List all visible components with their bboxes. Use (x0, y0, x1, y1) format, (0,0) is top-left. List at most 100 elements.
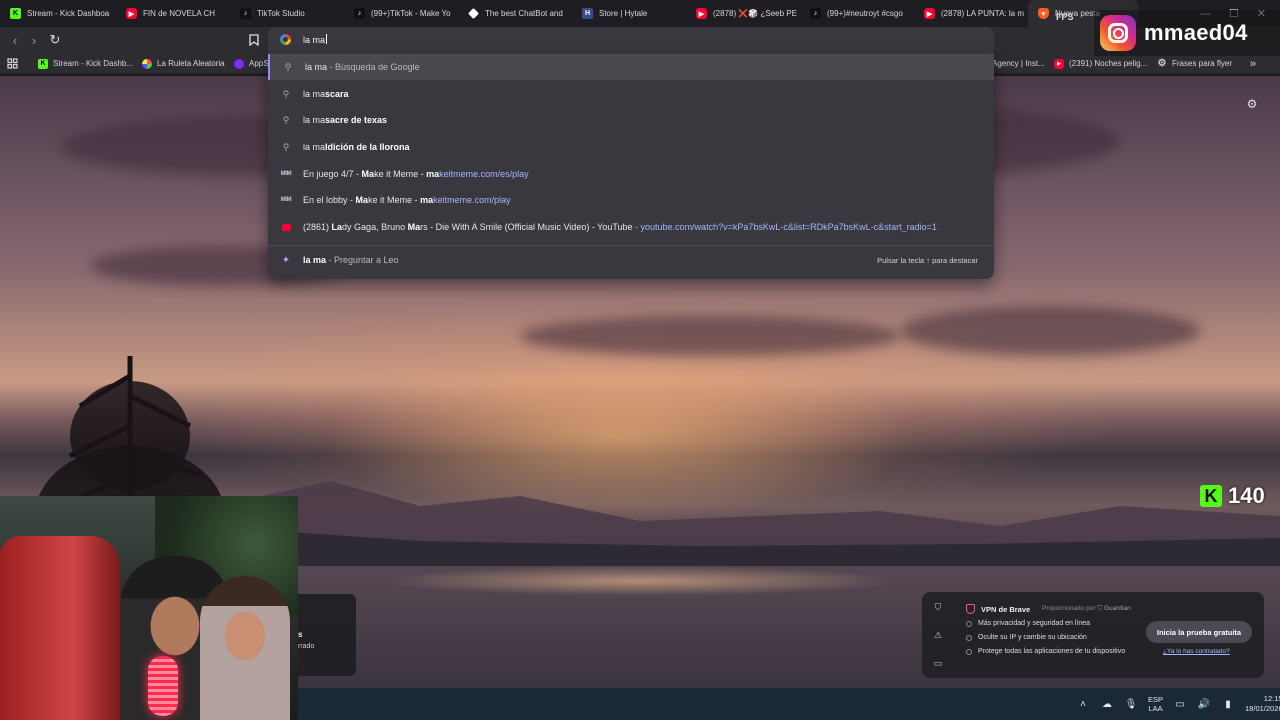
suggestion-text: ke it Meme - (368, 195, 421, 205)
suggestion-item[interactable]: ⚲ la ma - Búsqueda de Google (268, 54, 994, 80)
language-indicator[interactable]: ESP LAA (1148, 695, 1163, 713)
tab-youtube-la-punta[interactable]: ▶ (2878) LA PUNTA: la m (914, 0, 1028, 27)
already-subscribed-link[interactable]: ¿Ya lo has contratado? (1163, 648, 1230, 655)
wallet-icon[interactable]: ▭ (932, 657, 944, 669)
suggestion-url: keitmeme.com/es/play (439, 169, 529, 179)
forward-button[interactable]: › (26, 32, 42, 48)
bookmark-apps[interactable]: AppS (234, 57, 269, 70)
sun-reflection (380, 566, 900, 596)
tiktok-icon: ♪ (810, 8, 821, 19)
keyboard-hint: Pulsar la tecla ↑ para destacar (877, 255, 978, 265)
windows-taskbar: ˄ ☁ 🎙 ESPLAA ▭ 🔊 ▮ 12:1518/01/2026 (298, 688, 1280, 720)
tiktok-icon: ♪ (240, 8, 251, 19)
tab-tiktok-make[interactable]: ♪ (99+)TikTok - Make Yo (344, 0, 458, 27)
text-caret (326, 34, 328, 44)
tab-label: FIN de NOVELA CH (143, 9, 216, 18)
suggestion-text: En el lobby - (303, 195, 356, 205)
tab-strip: K Stream - Kick Dashboa ▶ FIN de NOVELA … (0, 0, 1280, 27)
tab-label: (2878) LA PUNTA: la m (941, 9, 1024, 18)
address-bar[interactable]: la ma (268, 27, 994, 53)
tab-label: Stream - Kick Dashboa (27, 9, 110, 18)
youtube-icon: ▶ (924, 8, 935, 19)
address-query-text: la ma (303, 35, 326, 45)
microphone-icon[interactable]: 🎙 (1124, 697, 1138, 711)
tab-tiktok-neutroyt[interactable]: ♪ (99+)#neutroyt #csgo (800, 0, 914, 27)
brave-vpn-promo: VPN de Brave Proporcionado por ⛉ Guardia… (954, 592, 1264, 678)
suggestion-subtext: - Búsqueda de Google (327, 62, 420, 72)
address-input[interactable]: la ma (303, 34, 328, 45)
chevron-up-icon[interactable]: ˄ (1076, 697, 1090, 711)
tab-label: (99+)TikTok - Make Yo (371, 9, 451, 18)
suggestion-match: la ma (303, 255, 327, 265)
suggestion-url: keitmeme.com/play (433, 195, 511, 205)
bookmark-ruleta[interactable]: La Ruleta Aleatoria (142, 57, 225, 70)
tab-chatbot[interactable]: The best ChatBot and (458, 0, 572, 27)
shield-icon[interactable]: ⛉ (932, 601, 944, 613)
back-button[interactable]: ‹ (7, 32, 23, 48)
reload-button[interactable]: ↻ (47, 32, 63, 48)
bookmark-noches[interactable]: ▶ (2391) Noches pelig... (1054, 57, 1147, 70)
suggestion-match: Ma (407, 222, 421, 232)
vpn-provider: Proporcionado por ⛉ Guardian (1042, 605, 1131, 613)
suggestion-text: (2861) (303, 222, 332, 232)
suggestion-item[interactable]: ⚲ la maldición de la llorona (268, 134, 994, 160)
bookmark-frases[interactable]: ⚙ Frases para flyer (1157, 57, 1233, 70)
volume-icon[interactable]: 🔊 (1197, 697, 1211, 711)
clock-date: 18/01/2026 (1245, 704, 1280, 713)
bookmark-label: La Ruleta Aleatoria (157, 59, 225, 68)
tab-fin-de-novela[interactable]: ▶ FIN de NOVELA CH (116, 0, 230, 27)
tab-label: The best ChatBot and (485, 9, 563, 18)
ask-leo-suggestion[interactable]: ✦ la ma - Preguntar a Leo Pulsar la tecl… (268, 247, 994, 273)
apps-grid-button[interactable] (7, 57, 18, 70)
makeitmeme-icon: MIM (280, 197, 292, 203)
bookmark-button[interactable] (246, 32, 262, 48)
youtube-icon: ▶ (696, 8, 707, 19)
suggestion-item[interactable]: ⚲ la masacre de texas (268, 107, 994, 133)
system-tray: ˄ ☁ 🎙 ESPLAA ▭ 🔊 ▮ 12:1518/01/2026 (1076, 688, 1280, 720)
youtube-icon (280, 221, 292, 233)
onedrive-icon[interactable]: ☁ (1100, 697, 1114, 711)
suggestion-text: dy Gaga, Bruno (342, 222, 408, 232)
gaming-chair (0, 536, 120, 720)
battery-icon[interactable]: ▮ (1221, 697, 1235, 711)
clock[interactable]: 12:1518/01/2026 (1245, 694, 1280, 714)
warning-icon[interactable]: ⚠ (932, 629, 944, 641)
store-icon: H (582, 8, 593, 19)
start-free-trial-button[interactable]: Inicia la prueba gratuita (1146, 621, 1252, 643)
suggestion-item[interactable]: (2861) Lady Gaga, Bruno Mars - Die With … (268, 214, 994, 240)
network-icon[interactable]: ▭ (1173, 697, 1187, 711)
tab-store-hytale[interactable]: H Store | Hytale (572, 0, 686, 27)
suggestion-item[interactable]: MIM En el lobby - Make it Meme - makeitm… (268, 187, 994, 213)
chevron-double-right-icon: » (1250, 57, 1257, 70)
bookmark-kick-dashboard[interactable]: K Stream - Kick Dashb... (38, 57, 133, 70)
kick-icon: K (10, 8, 21, 19)
tab-kick-dashboard[interactable]: K Stream - Kick Dashboa (0, 0, 116, 27)
suggestion-url: - youtube.com/watch?v=kPa7bsKwL-c&list=R… (632, 222, 937, 232)
guest (200, 576, 290, 720)
new-tab-settings-button[interactable]: ⚙ (1245, 97, 1259, 111)
tiktok-icon: ♪ (354, 8, 365, 19)
divider (268, 245, 994, 246)
bookmark-label: AppS (249, 59, 269, 68)
check-icon (966, 648, 972, 655)
brave-icon: ▾ (1038, 8, 1049, 19)
viewer-count: 140 (1228, 483, 1265, 508)
suggestion-completion: sacre de texas (325, 115, 388, 125)
bookmark-agency[interactable]: Agency | Inst... (992, 57, 1045, 70)
tab-label: (99+)#neutroyt #csgo (827, 9, 903, 18)
tab-youtube-seeb[interactable]: ▶ (2878) ❌🎲 ¿Seeb PE (686, 0, 800, 27)
check-icon (966, 634, 972, 641)
bookmark-label: (2391) Noches pelig... (1069, 59, 1148, 68)
kick-viewer-counter: K 140 (1200, 483, 1265, 509)
cloud (520, 316, 900, 356)
cloud (900, 306, 1200, 356)
suggestion-match: Ma (355, 195, 369, 205)
suggestion-item[interactable]: MIM En juego 4/7 - Make it Meme - makeit… (268, 161, 994, 187)
suggestion-match: ma (420, 195, 434, 205)
tab-tiktok-studio[interactable]: ♪ TikTok Studio (230, 0, 344, 27)
instagram-icon (1100, 15, 1136, 51)
more-bookmarks-button[interactable]: » (1250, 57, 1256, 70)
grid-icon (7, 58, 18, 69)
vpn-side-icons: ⛉ ⚠ ▭ (922, 592, 954, 678)
suggestion-item[interactable]: ⚲ la mascara (268, 81, 994, 107)
